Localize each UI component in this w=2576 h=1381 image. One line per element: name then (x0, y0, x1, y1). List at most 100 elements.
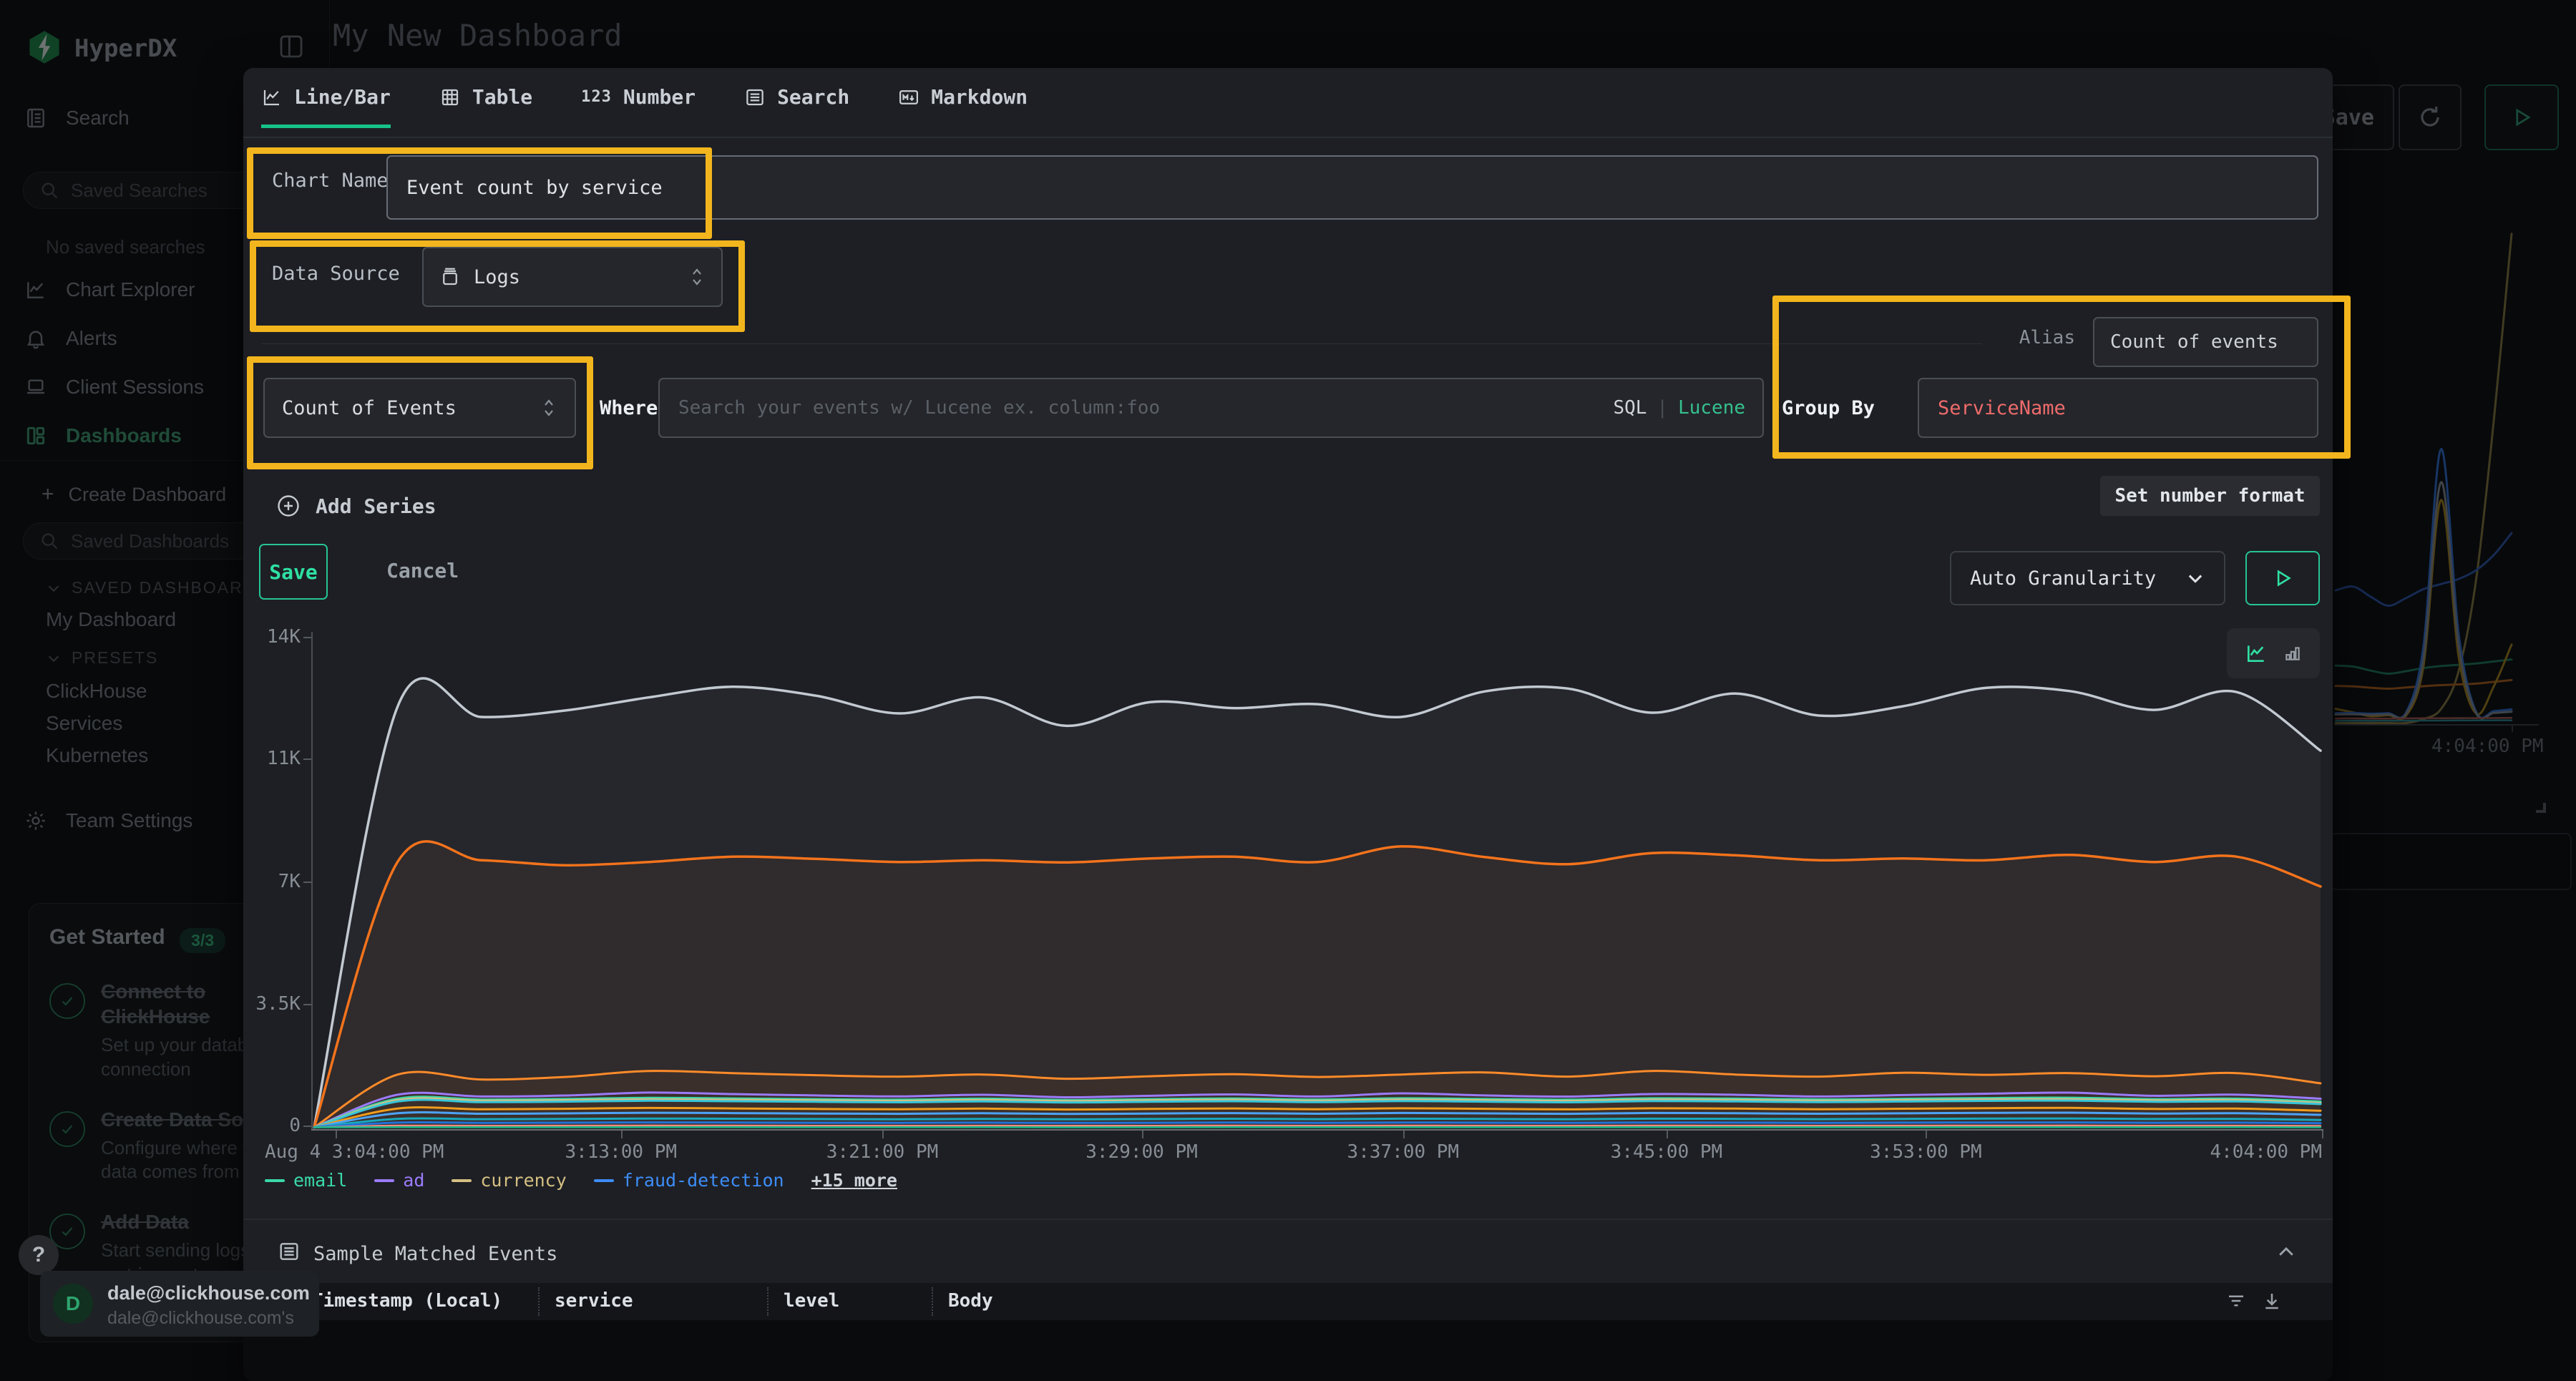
x-tick-mark (1667, 1131, 1668, 1138)
table-icon (439, 87, 461, 108)
x-tick-label: 3:29:00 PM (1085, 1141, 1198, 1163)
chevron-up-icon (2275, 1241, 2297, 1263)
download-icon[interactable] (2261, 1290, 2283, 1312)
x-tick-label: 3:13:00 PM (565, 1141, 677, 1163)
legend-item[interactable]: fraud-detection (594, 1170, 784, 1191)
app-root: HyperDX Search Saved Searches No saved s… (0, 0, 2576, 1381)
column-separator (932, 1287, 933, 1316)
column-separator (767, 1287, 769, 1316)
tab-label: Markdown (931, 85, 1028, 109)
help-button[interactable]: ? (19, 1235, 59, 1275)
save-button[interactable]: Save (259, 544, 328, 600)
legend-label: ad (403, 1170, 424, 1191)
tab-bar: Line/Bar Table 123 Number Search Markdown (261, 85, 1028, 128)
x-tick-mark (621, 1131, 623, 1138)
legend-item[interactable]: ad (374, 1170, 424, 1191)
chart-editor-modal: Line/Bar Table 123 Number Search Markdown Cha… (243, 68, 2333, 1381)
tab-table[interactable]: Table (439, 85, 532, 128)
y-tick-label: 14K (243, 625, 301, 648)
set-number-format-button[interactable]: Set number format (2100, 476, 2320, 516)
y-tick-mark (303, 1004, 311, 1005)
x-tick-label: 4:04:00 PM (2207, 1141, 2322, 1163)
column-header-timestamp-local-[interactable]: Timestamp (Local) (312, 1290, 502, 1312)
where-query-field[interactable] (660, 397, 1613, 419)
x-tick-mark (1403, 1131, 1405, 1138)
timeseries-chart[interactable] (313, 632, 2322, 1128)
chart-name-value[interactable] (388, 177, 2317, 199)
granularity-select[interactable]: Auto Granularity (1950, 551, 2225, 605)
column-separator (538, 1287, 540, 1316)
column-header-level[interactable]: level (784, 1290, 839, 1312)
avatar: D (53, 1284, 93, 1324)
sql-toggle[interactable]: SQL (1613, 397, 1646, 419)
where-input[interactable]: SQL | Lucene (658, 378, 1764, 438)
events-table-header: Timestamp (Local) service level Body (243, 1283, 2333, 1320)
legend-item[interactable]: email (265, 1170, 347, 1191)
legend-item[interactable]: currency (452, 1170, 566, 1191)
legend-item[interactable]: +15 more (811, 1170, 897, 1191)
tab-search[interactable]: Search (744, 85, 849, 128)
lucene-toggle[interactable]: Lucene (1678, 397, 1745, 419)
alias-label: Alias (1989, 327, 2075, 348)
column-header-service[interactable]: service (555, 1290, 633, 1312)
x-tick-mark (882, 1131, 884, 1138)
data-source-label: Data Source (272, 263, 400, 285)
y-tick-label: 3.5K (243, 992, 301, 1015)
tab-label: Search (777, 85, 849, 109)
filter-icon[interactable] (2225, 1290, 2247, 1312)
number-123-icon: 123 (581, 88, 612, 106)
tabbar-divider (243, 137, 2333, 138)
data-source-select[interactable]: Logs (422, 247, 723, 307)
where-label: Where (600, 397, 658, 419)
chart-name-label: Chart Name (272, 170, 389, 192)
y-tick-mark (303, 637, 311, 638)
x-tick-mark (1142, 1131, 1143, 1138)
form-divider (261, 343, 1982, 344)
chart-name-input[interactable] (386, 155, 2318, 220)
aggregation-select[interactable]: Count of Events (263, 378, 576, 438)
alias-input[interactable] (2093, 317, 2318, 367)
list-icon (278, 1240, 301, 1263)
markdown-icon (898, 87, 919, 108)
y-tick-label: 7K (243, 870, 301, 893)
run-chart-button[interactable] (2245, 551, 2320, 605)
legend-label: +15 more (811, 1170, 897, 1191)
alias-value[interactable] (2094, 331, 2317, 353)
legend-label: fraud-detection (623, 1170, 784, 1191)
list-icon (744, 87, 766, 108)
tab-number[interactable]: 123 Number (581, 85, 696, 128)
x-axis-line (311, 1129, 2323, 1131)
x-tick-label: 3:21:00 PM (826, 1141, 939, 1163)
x-tick-label: Aug 4 3:04:00 PM (265, 1141, 444, 1163)
tab-line-bar[interactable]: Line/Bar (261, 85, 391, 128)
user-menu[interactable]: D dale@clickhouse.com dale@clickhouse.co… (40, 1271, 319, 1337)
legend-swatch (594, 1179, 614, 1182)
legend-label: currency (480, 1170, 566, 1191)
granularity-value: Auto Granularity (1970, 567, 2156, 590)
data-source-value: Logs (474, 266, 520, 288)
chart-line-icon (261, 87, 283, 108)
group-by-label: Group By (1782, 397, 1875, 419)
x-tick-mark (2322, 1131, 2323, 1138)
x-tick-label: 3:53:00 PM (1870, 1141, 1982, 1163)
legend-swatch (452, 1179, 472, 1182)
select-updown-icon (688, 266, 706, 288)
collapse-section-button[interactable] (2275, 1241, 2297, 1263)
y-tick-mark (303, 758, 311, 760)
x-tick-mark (1926, 1131, 1927, 1138)
column-header-body[interactable]: Body (948, 1290, 993, 1312)
circle-plus-icon (275, 493, 301, 519)
lang-divider: | (1646, 397, 1678, 419)
section-divider (243, 1219, 2333, 1220)
tab-label: Table (472, 85, 532, 109)
group-by-input[interactable] (1918, 378, 2318, 438)
tab-label: Number (623, 85, 696, 109)
x-tick-label: 3:45:00 PM (1611, 1141, 1723, 1163)
cancel-button[interactable]: Cancel (386, 559, 459, 582)
tab-markdown[interactable]: Markdown (898, 85, 1028, 128)
y-tick-label: 0 (243, 1114, 301, 1137)
legend-swatch (374, 1179, 394, 1182)
user-subtext: dale@clickhouse.com's (107, 1308, 315, 1329)
add-series-button[interactable]: Add Series (275, 493, 436, 519)
group-by-value[interactable] (1919, 397, 2317, 419)
